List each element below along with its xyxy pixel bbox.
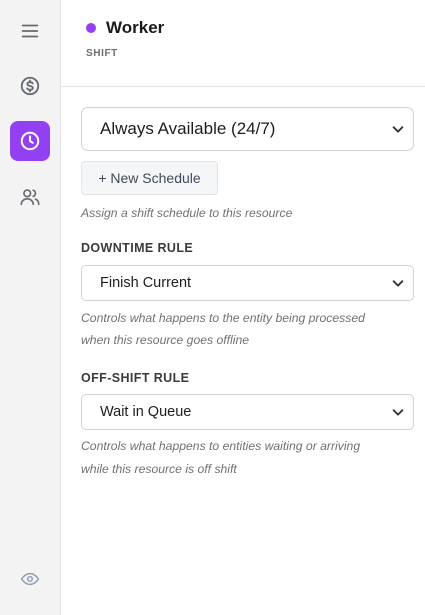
panel-header: Worker SHIFT bbox=[61, 0, 425, 87]
chevron-down-icon bbox=[392, 126, 404, 133]
schedule-hint: Assign a shift schedule to this resource bbox=[81, 206, 293, 220]
menu-icon bbox=[21, 24, 39, 38]
downtime-hint-line2: when this resource goes offline bbox=[81, 333, 250, 347]
main-panel: Worker SHIFT Always Available (24/7) + N… bbox=[61, 0, 425, 615]
page-title: Worker bbox=[106, 18, 165, 37]
chevron-down-icon bbox=[392, 280, 404, 287]
downtime-rule-value: Finish Current bbox=[100, 275, 192, 291]
sidebar-rail bbox=[0, 0, 61, 615]
page-subtitle: SHIFT bbox=[86, 48, 118, 59]
downtime-rule-label: DOWNTIME RULE bbox=[81, 241, 194, 255]
off-shift-hint-line1: Controls what happens to entities waitin… bbox=[81, 439, 361, 453]
visibility-button[interactable] bbox=[10, 559, 50, 599]
resources-button[interactable] bbox=[10, 177, 50, 217]
menu-button[interactable] bbox=[10, 11, 50, 51]
off-shift-rule-value: Wait in Queue bbox=[100, 404, 192, 420]
downtime-hint-line1: Controls what happens to the entity bein… bbox=[81, 311, 365, 325]
schedule-select[interactable]: Always Available (24/7) bbox=[81, 107, 414, 151]
schedule-select-value: Always Available (24/7) bbox=[100, 119, 276, 138]
off-shift-hint-line2: while this resource is off shift bbox=[81, 462, 237, 476]
new-schedule-button[interactable]: + New Schedule bbox=[81, 161, 218, 195]
cost-button[interactable] bbox=[10, 66, 50, 106]
off-shift-rule-label: OFF-SHIFT RULE bbox=[81, 371, 190, 385]
status-dot bbox=[86, 23, 96, 33]
downtime-rule-select[interactable]: Finish Current bbox=[81, 265, 414, 301]
clock-icon bbox=[20, 131, 40, 151]
dollar-icon bbox=[20, 76, 40, 96]
chevron-down-icon bbox=[392, 409, 404, 416]
users-icon bbox=[20, 189, 40, 206]
eye-icon bbox=[20, 572, 40, 586]
off-shift-rule-select[interactable]: Wait in Queue bbox=[81, 394, 414, 430]
shift-button[interactable] bbox=[10, 121, 50, 161]
